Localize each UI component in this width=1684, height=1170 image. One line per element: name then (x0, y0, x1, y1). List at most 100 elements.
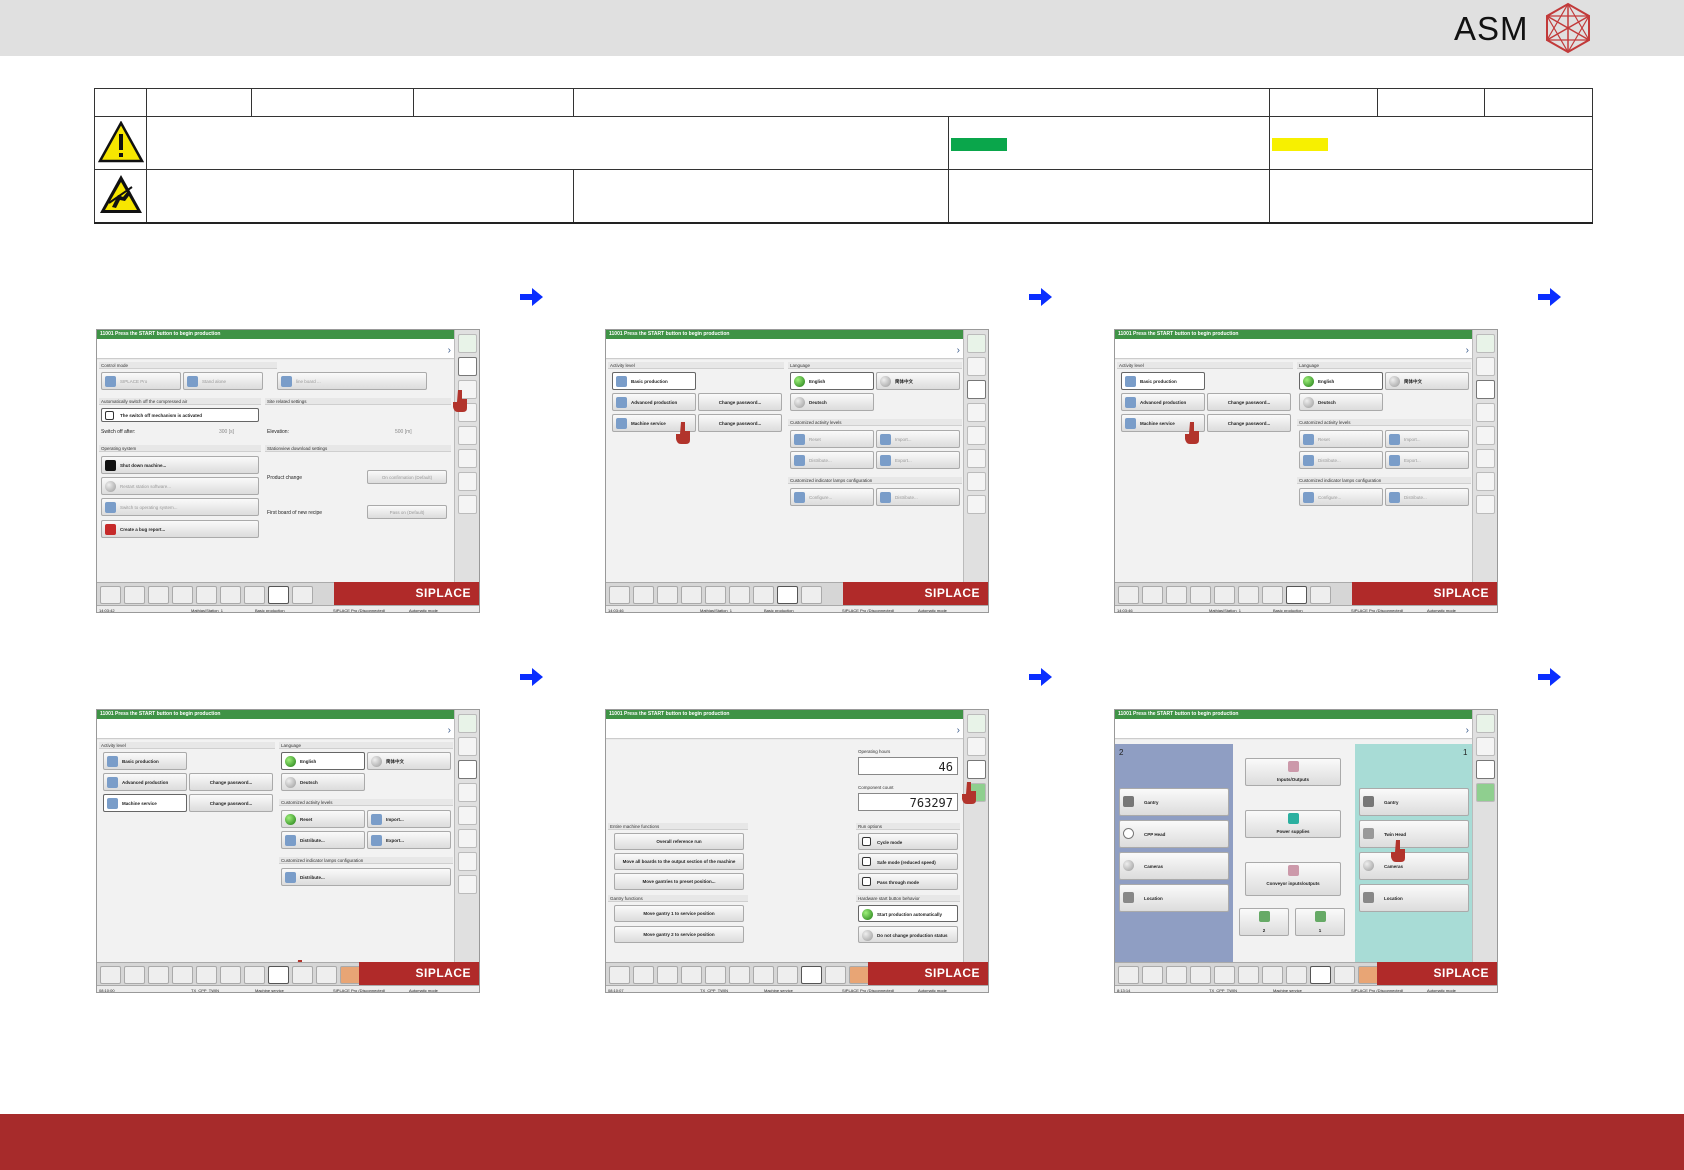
feeder-icon[interactable] (1142, 586, 1163, 604)
book-icon[interactable] (1214, 966, 1235, 984)
production-icon[interactable] (609, 586, 630, 604)
wrench-icon[interactable] (340, 966, 361, 984)
first-board-select[interactable]: Pass on (Default) (367, 505, 447, 519)
reset-button[interactable]: Reset (281, 810, 365, 828)
setup-icon[interactable] (681, 586, 702, 604)
location-button[interactable]: Location (1119, 884, 1229, 912)
no-change-radio[interactable]: Do not change production status (858, 926, 958, 943)
advanced-production-button[interactable]: Advanced production (1121, 393, 1205, 411)
pen-icon[interactable] (1286, 586, 1307, 604)
production-icon[interactable] (100, 586, 121, 604)
refresh-icon[interactable] (1476, 783, 1495, 802)
graph-icon[interactable] (1238, 586, 1259, 604)
overall-reference-button[interactable]: Overall reference run (614, 833, 744, 850)
graph-icon[interactable] (729, 966, 750, 984)
chinese-button[interactable]: 简体中文 (367, 752, 451, 770)
station-settings-icon[interactable] (1476, 357, 1495, 376)
import-button[interactable]: Import... (876, 430, 960, 448)
wrench-icon[interactable] (1358, 966, 1379, 984)
gantry1-service-button[interactable]: Move gantry 1 to service position (614, 905, 744, 922)
sound-icon[interactable] (1476, 472, 1495, 491)
machine-service-button[interactable]: Machine service (103, 794, 187, 812)
production-icon[interactable] (1118, 966, 1139, 984)
location-button[interactable]: Location (1359, 884, 1469, 912)
statistics-icon[interactable] (657, 586, 678, 604)
chinese-button[interactable]: 简体中文 (876, 372, 960, 390)
change-password-button[interactable]: Change password... (189, 794, 273, 812)
gantry-button[interactable]: Gantry (1119, 788, 1229, 816)
network-icon[interactable] (967, 403, 986, 422)
configure-button[interactable]: Configure... (790, 488, 874, 506)
chevron-right-icon[interactable]: › (957, 345, 960, 356)
cameras-button[interactable]: Cameras (1119, 852, 1229, 880)
elevation-value[interactable]: 500 [m] (395, 429, 412, 435)
distribute-button[interactable]: Distribute... (281, 831, 365, 849)
tools-icon[interactable] (458, 806, 477, 825)
lamp-distribute-button[interactable]: Distribute... (876, 488, 960, 506)
restart-button[interactable]: Restart station software... (101, 477, 259, 495)
graph-icon[interactable] (1238, 966, 1259, 984)
change-password-button[interactable]: Change password... (1207, 393, 1291, 411)
chevron-right-icon[interactable]: › (448, 725, 451, 736)
production-icon[interactable] (100, 966, 121, 984)
station-settings-icon[interactable] (1476, 737, 1495, 756)
station-settings-icon[interactable] (458, 737, 477, 756)
feeder-icon[interactable] (124, 966, 145, 984)
stand-alone-button[interactable]: Stand alone (183, 372, 263, 390)
setup-icon[interactable] (172, 586, 193, 604)
book-icon[interactable] (1214, 586, 1235, 604)
users-icon[interactable] (458, 760, 477, 779)
english-button[interactable]: English (281, 752, 365, 770)
gantry-button[interactable]: Gantry (1359, 788, 1469, 816)
advanced-production-button[interactable]: Advanced production (103, 773, 187, 791)
station-settings-icon[interactable] (967, 357, 986, 376)
cpp-head-button[interactable]: CPP Head (1119, 820, 1229, 848)
reset-button[interactable]: Reset (1299, 430, 1383, 448)
book-icon[interactable] (705, 966, 726, 984)
tools-icon[interactable] (967, 426, 986, 445)
machine-icon[interactable] (1476, 495, 1495, 514)
camera-icon[interactable] (1262, 966, 1283, 984)
cycle-mode-checkbox[interactable]: Cycle mode (858, 833, 958, 850)
production-icon[interactable] (1118, 586, 1139, 604)
product-change-select[interactable]: On confirmation (Default) (367, 470, 447, 484)
setup-icon[interactable] (172, 966, 193, 984)
station-1-button[interactable]: 1 (1295, 908, 1345, 936)
statistics-icon[interactable] (657, 966, 678, 984)
chevron-right-icon[interactable]: › (448, 345, 451, 356)
move-preset-button[interactable]: Move gantries to preset position... (614, 873, 744, 890)
camera-icon[interactable] (753, 586, 774, 604)
reset-button[interactable]: Reset (790, 430, 874, 448)
info-icon[interactable] (458, 714, 477, 733)
shutdown-button[interactable]: Shut down machine... (101, 456, 259, 474)
users-icon[interactable] (1476, 380, 1495, 399)
setup-icon[interactable] (1190, 966, 1211, 984)
conveyor-io-button[interactable]: Conveyor inputs/outputs (1245, 862, 1341, 896)
graph-icon[interactable] (220, 966, 241, 984)
machine-settings-icon[interactable] (1476, 760, 1495, 779)
machine-settings-icon[interactable] (967, 760, 986, 779)
chevron-right-icon[interactable]: › (1466, 725, 1469, 736)
sound-icon[interactable] (967, 472, 986, 491)
network-icon[interactable] (1476, 403, 1495, 422)
book-icon[interactable] (196, 966, 217, 984)
sound-icon[interactable] (458, 472, 477, 491)
bug-report-button[interactable]: Create a bug report... (101, 520, 259, 538)
cameras-button[interactable]: Cameras (1359, 852, 1469, 880)
info-icon[interactable] (1476, 714, 1495, 733)
network-icon[interactable] (458, 783, 477, 802)
station-settings-icon[interactable] (458, 357, 477, 376)
export-button[interactable]: Export... (1385, 451, 1469, 469)
gears-icon[interactable] (1310, 966, 1331, 984)
chart-icon[interactable] (1476, 449, 1495, 468)
gears-icon[interactable] (1310, 586, 1331, 604)
statistics-icon[interactable] (1166, 966, 1187, 984)
switch-off-value[interactable]: 300 [s] (219, 429, 234, 435)
gantry2-service-button[interactable]: Move gantry 2 to service position (614, 926, 744, 943)
import-button[interactable]: Import... (1385, 430, 1469, 448)
configure-button[interactable]: Configure... (1299, 488, 1383, 506)
chart-icon[interactable] (458, 829, 477, 848)
info-icon[interactable] (1476, 334, 1495, 353)
power-supplies-button[interactable]: Power supplies (1245, 810, 1341, 838)
info-icon[interactable] (458, 334, 477, 353)
